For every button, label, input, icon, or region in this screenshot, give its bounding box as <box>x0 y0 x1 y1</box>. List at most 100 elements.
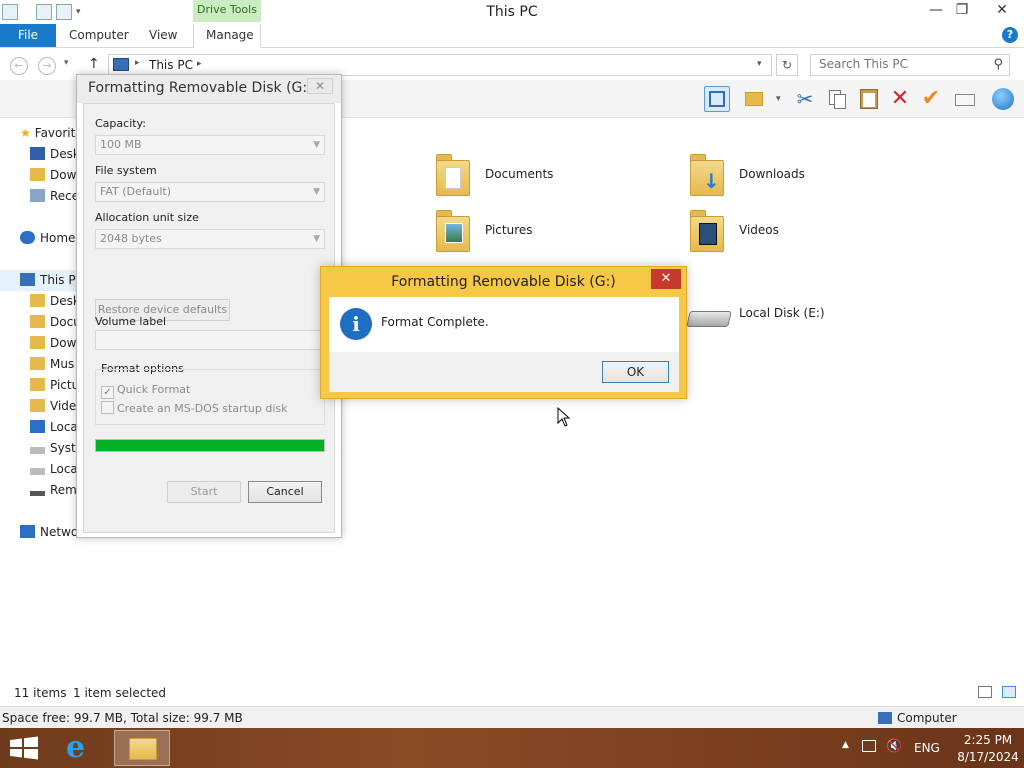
folder-downloads[interactable]: Downloads <box>739 167 805 181</box>
format-dialog-close-button[interactable]: ✕ <box>307 78 333 94</box>
search-box[interactable]: ⚲ <box>810 54 1010 76</box>
capacity-select: 100 MB ▼ <box>95 135 325 155</box>
allocation-unit-label: Allocation unit size <box>95 211 199 224</box>
recent-locations-icon[interactable]: ▾ <box>64 58 69 68</box>
folder-pictures[interactable]: Pictures <box>485 223 533 237</box>
info-icon: i <box>340 308 372 340</box>
progress-fill <box>96 440 324 451</box>
format-complete-close-button[interactable]: ✕ <box>651 269 681 289</box>
details-view-icon[interactable] <box>978 686 992 698</box>
file-system-select: FAT (Default) ▼ <box>95 182 325 202</box>
show-hidden-icons-icon[interactable]: ▲ <box>842 740 849 750</box>
videos-folder-icon <box>30 399 45 412</box>
chevron-down-icon: ▼ <box>313 140 320 150</box>
address-bar[interactable]: ▸ This PC ▸ ▾ <box>108 54 772 76</box>
nav-local-disk[interactable]: Loca <box>30 417 78 438</box>
drive-icon <box>30 447 45 454</box>
refresh-button[interactable]: ↻ <box>776 54 798 76</box>
quick-format-option: ✓ Quick Format <box>101 383 190 399</box>
nav-downloads[interactable]: Dow <box>30 165 76 186</box>
nav-network[interactable]: Netwo <box>20 522 78 543</box>
file-explorer-icon <box>129 738 157 760</box>
cancel-button[interactable]: Cancel <box>248 481 322 503</box>
pictures-folder-icon[interactable] <box>434 206 474 252</box>
properties-icon[interactable] <box>952 86 978 112</box>
downloads-folder-icon[interactable]: ↓ <box>688 150 728 196</box>
recent-places-icon <box>30 189 45 202</box>
nav-pc-downloads[interactable]: Dow <box>30 333 76 354</box>
format-dialog: Formatting Removable Disk (G:) ✕ Capacit… <box>76 74 342 538</box>
nav-pc-videos[interactable]: Vide <box>30 396 76 417</box>
network-globe-icon[interactable] <box>990 86 1016 112</box>
paste-icon[interactable] <box>856 86 882 112</box>
help-button[interactable]: ? <box>1002 27 1018 43</box>
nav-local-disk-2[interactable]: Loca <box>30 459 78 480</box>
msdos-startup-option: Create an MS-DOS startup disk <box>101 401 288 415</box>
file-explorer-taskbar-button[interactable] <box>114 730 170 766</box>
folder-documents[interactable]: Documents <box>485 167 553 181</box>
nav-pc-documents[interactable]: Docu <box>30 312 81 333</box>
tab-manage[interactable]: Manage <box>206 24 254 47</box>
network-icon <box>20 525 35 538</box>
breadcrumb-chevron-icon[interactable]: ▸ <box>135 58 140 68</box>
chevron-down-icon: ▼ <box>313 234 320 244</box>
nav-pc-music[interactable]: Mus <box>30 354 74 375</box>
nav-homegroup[interactable]: Home <box>20 228 75 249</box>
folder-videos[interactable]: Videos <box>739 223 779 237</box>
documents-folder-icon[interactable] <box>434 150 474 196</box>
breadcrumb-this-pc[interactable]: This PC <box>149 58 193 72</box>
nav-desktop[interactable]: Desk <box>30 144 80 165</box>
clock-date[interactable]: 8/17/2024 <box>952 750 1024 764</box>
navigation-pane: ★ Favorit Desk Dow Rece Home This P Desk … <box>0 118 83 678</box>
star-icon: ★ <box>20 126 31 140</box>
local-disk-icon[interactable] <box>686 305 732 331</box>
search-icon[interactable]: ⚲ <box>993 57 1003 72</box>
internet-explorer-taskbar-button[interactable]: e <box>56 730 112 766</box>
volume-muted-icon[interactable]: 🔇 <box>886 739 902 754</box>
network-icon[interactable] <box>862 740 876 752</box>
volume-label-input <box>95 330 325 350</box>
maximize-button[interactable]: ❐ <box>948 0 976 20</box>
back-button[interactable]: ← <box>10 57 28 75</box>
forward-button[interactable]: → <box>38 57 56 75</box>
homegroup-icon <box>20 231 35 244</box>
input-language[interactable]: ENG <box>914 741 940 755</box>
nav-pc-pictures[interactable]: Pictu <box>30 375 79 396</box>
ok-button[interactable]: OK <box>602 361 669 383</box>
breadcrumb-chevron-icon[interactable]: ▸ <box>197 59 202 69</box>
nav-recent[interactable]: Rece <box>30 186 79 207</box>
nav-removable[interactable]: Rem <box>30 480 77 501</box>
music-folder-icon <box>30 357 45 370</box>
location-label: Computer <box>897 711 957 725</box>
tab-file[interactable]: File <box>0 24 56 47</box>
nav-favorites[interactable]: ★ Favorit <box>20 123 75 144</box>
options-dropdown-icon[interactable]: ▾ <box>776 94 781 104</box>
minimize-button[interactable]: — <box>922 0 950 20</box>
ribbon-tabs: File Computer View Manage ? <box>0 24 1024 48</box>
start-button[interactable] <box>8 736 40 760</box>
address-dropdown-icon[interactable]: ▾ <box>757 59 762 69</box>
removable-drive-icon <box>30 491 45 496</box>
delete-icon[interactable]: ✕ <box>887 86 913 112</box>
copy-icon[interactable] <box>824 86 850 112</box>
drive-local-disk-e[interactable]: Local Disk (E:) <box>739 306 825 320</box>
tab-computer[interactable]: Computer <box>69 24 129 47</box>
pictures-folder-icon <box>30 378 45 391</box>
selection-count: 1 item selected <box>73 686 167 700</box>
nav-this-pc[interactable]: This P <box>0 270 80 291</box>
rename-check-icon[interactable]: ✔ <box>918 86 944 112</box>
windows-drive-icon <box>30 420 45 433</box>
videos-folder-icon[interactable] <box>688 206 728 252</box>
format-dialog-titlebar: Formatting Removable Disk (G:) ✕ <box>77 75 341 103</box>
up-button[interactable]: ↑ <box>88 56 100 72</box>
folder-options-icon[interactable] <box>742 86 768 112</box>
close-button[interactable]: ✕ <box>980 0 1024 20</box>
clock-time[interactable]: 2:25 PM <box>958 733 1018 747</box>
windows-logo-icon <box>10 736 38 760</box>
preview-pane-icon[interactable] <box>704 86 730 112</box>
search-input[interactable] <box>819 57 989 71</box>
tiles-view-icon[interactable] <box>1002 686 1016 698</box>
nav-pc-desktop[interactable]: Desk <box>30 291 80 312</box>
tab-view[interactable]: View <box>149 24 177 47</box>
cut-icon[interactable]: ✂ <box>792 86 818 112</box>
